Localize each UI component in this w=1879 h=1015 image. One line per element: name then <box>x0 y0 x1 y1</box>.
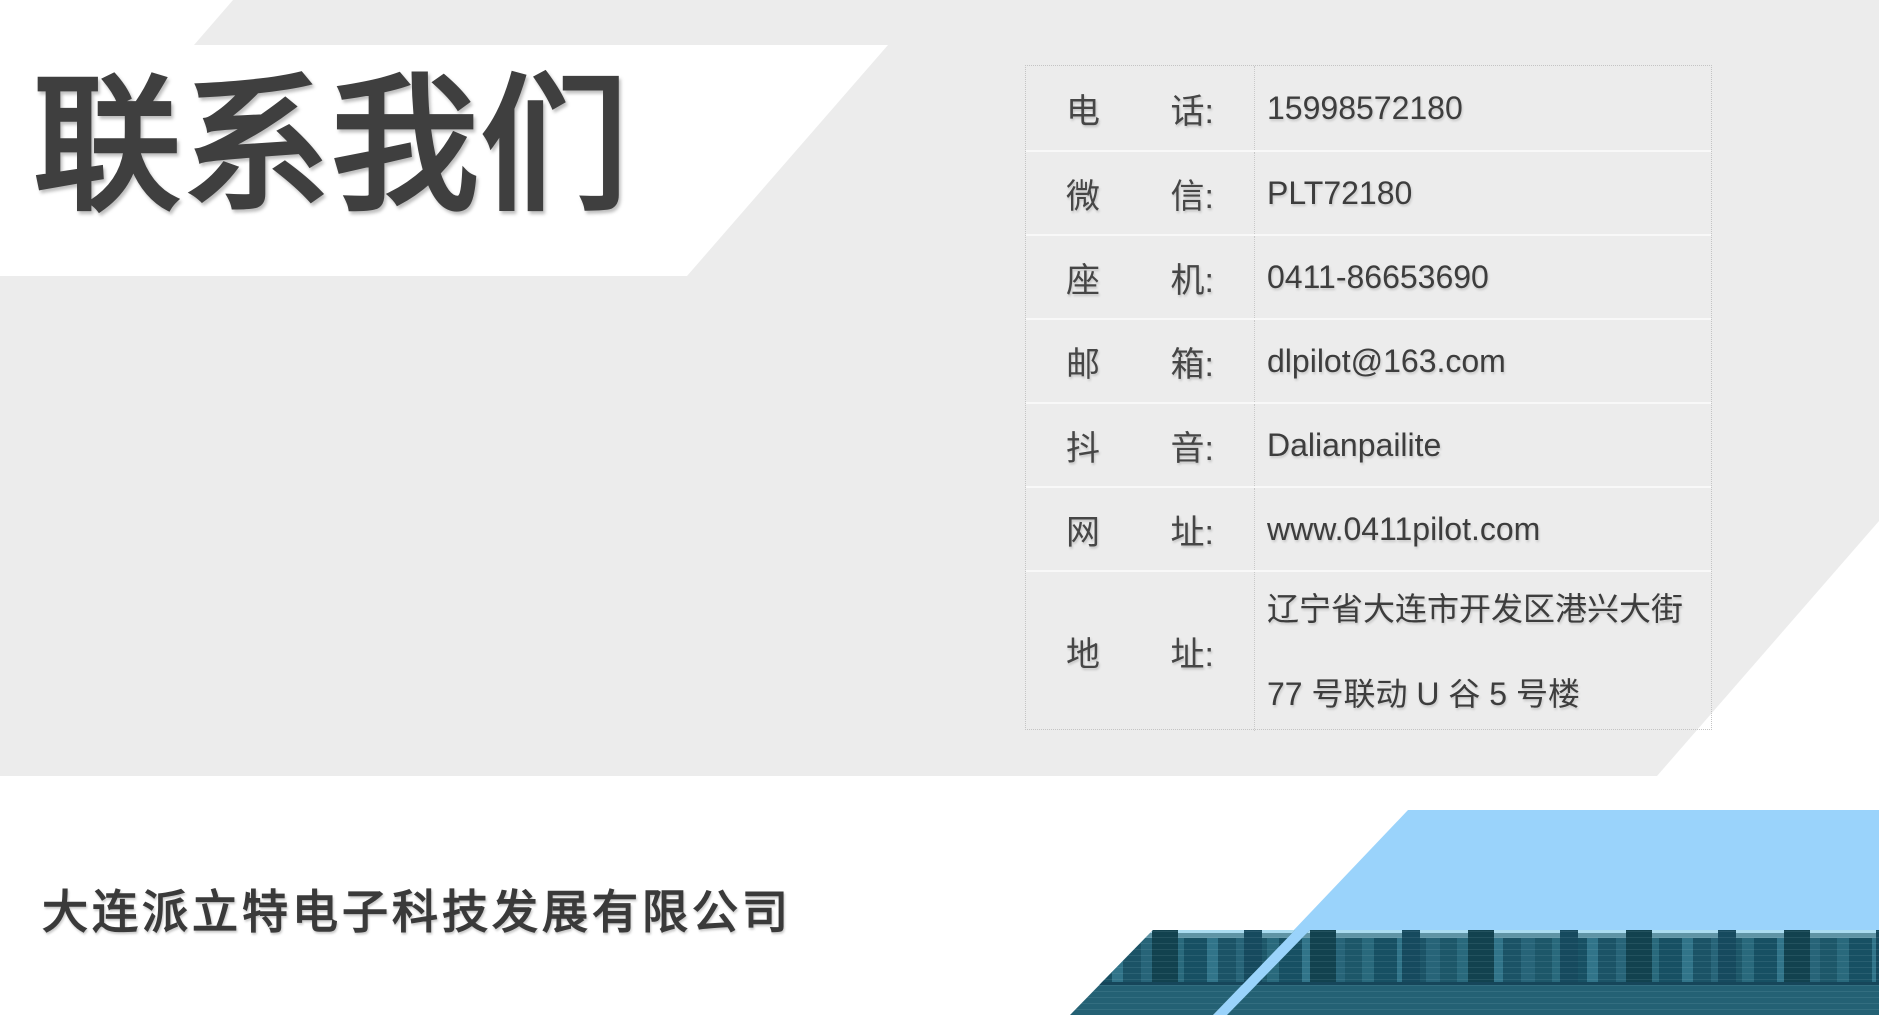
row-value: 15998572180 <box>1267 90 1711 127</box>
row-label-part: 微 <box>1066 169 1100 218</box>
row-value: PLT72180 <box>1267 175 1711 212</box>
row-value: 77 号联动 U 谷 5 号楼 <box>1267 652 1711 737</box>
row-label-part: 箱: <box>1171 337 1214 386</box>
row-value: www.0411pilot.com <box>1267 511 1711 548</box>
table-row: 地 址: 辽宁省大连市开发区港兴大街77 号联动 U 谷 5 号楼 <box>1026 570 1711 731</box>
table-row: 微 信: PLT72180 <box>1026 150 1711 234</box>
row-label-cell: 地 址: <box>1026 572 1255 731</box>
row-label-part: 网 <box>1066 505 1100 554</box>
row-value: 0411-86653690 <box>1267 259 1711 296</box>
row-label-part: 抖 <box>1066 421 1100 470</box>
row-label-cell: 微 信: <box>1026 152 1255 234</box>
row-label-part: 址: <box>1171 627 1214 676</box>
company-name: 大连派立特电子科技发展有限公司 <box>42 886 792 938</box>
row-label-part: 地 <box>1066 627 1100 676</box>
row-label-cell: 邮 箱: <box>1026 320 1255 402</box>
row-label-cell: 座 机: <box>1026 236 1255 318</box>
table-row: 抖 音: Dalianpailite <box>1026 402 1711 486</box>
row-value: Dalianpailite <box>1267 427 1711 464</box>
table-row: 电 话: 15998572180 <box>1026 66 1711 150</box>
row-value-cell: 15998572180 <box>1255 66 1711 150</box>
row-label-part: 电 <box>1066 84 1100 133</box>
row-value-cell: Dalianpailite <box>1255 404 1711 486</box>
row-value-cell: dlpilot@163.com <box>1255 320 1711 402</box>
row-label: 网 址: <box>1066 505 1214 554</box>
row-label: 抖 音: <box>1066 421 1214 470</box>
row-label-part: 信: <box>1171 169 1214 218</box>
table-row: 邮 箱: dlpilot@163.com <box>1026 318 1711 402</box>
contact-slide: 联系我们 电 话: 15998572180 微 信: PLT72180 座 机: 0411-86… <box>0 0 1879 1015</box>
row-label-part: 机: <box>1171 253 1214 302</box>
row-label-cell: 电 话: <box>1026 66 1255 150</box>
table-row: 网 址: www.0411pilot.com <box>1026 486 1711 570</box>
table-row: 座 机: 0411-86653690 <box>1026 234 1711 318</box>
row-label: 电 话: <box>1066 84 1214 133</box>
row-label-cell: 抖 音: <box>1026 404 1255 486</box>
row-value-cell: www.0411pilot.com <box>1255 488 1711 570</box>
row-label-part: 址: <box>1171 505 1214 554</box>
row-label-cell: 网 址: <box>1026 488 1255 570</box>
row-value-cell: 0411-86653690 <box>1255 236 1711 318</box>
row-value: dlpilot@163.com <box>1267 343 1711 380</box>
contact-table: 电 话: 15998572180 微 信: PLT72180 座 机: 0411-8665369… <box>1025 65 1712 730</box>
row-label-part: 话: <box>1171 84 1214 133</box>
row-label: 座 机: <box>1066 253 1214 302</box>
page-title: 联系我们 <box>33 72 629 222</box>
row-label: 微 信: <box>1066 169 1214 218</box>
row-value-cell: 辽宁省大连市开发区港兴大街77 号联动 U 谷 5 号楼 <box>1255 572 1711 731</box>
row-label-part: 座 <box>1066 253 1100 302</box>
row-label-part: 音: <box>1171 421 1214 470</box>
row-value: 辽宁省大连市开发区港兴大街 <box>1267 567 1711 652</box>
row-value-cell: PLT72180 <box>1255 152 1711 234</box>
row-label-part: 邮 <box>1066 337 1100 386</box>
row-label: 邮 箱: <box>1066 337 1214 386</box>
row-label: 地 址: <box>1066 627 1214 676</box>
